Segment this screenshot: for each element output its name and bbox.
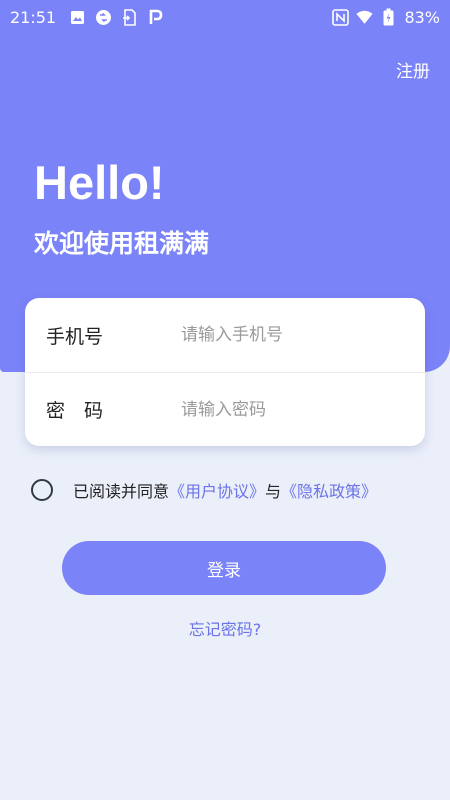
agreement-row: 已阅读并同意 《用户协议》 与 《隐私政策》 [31,478,377,502]
privacy-policy-link[interactable]: 《隐私政策》 [281,478,377,502]
status-time: 21:51 [10,7,57,27]
forgot-password-link[interactable]: 忘记密码? [0,616,450,640]
agreement-checkbox[interactable] [31,479,53,501]
status-bar: 21:51 83% [0,0,450,34]
welcome-subtitle: 欢迎使用租满满 [34,229,210,258]
sync-icon [95,9,112,26]
phone-label: 手机号 [46,325,104,348]
nfc-icon [332,8,350,26]
wifi-icon [356,9,373,26]
password-row: 密 码 [25,372,425,446]
user-agreement-link[interactable]: 《用户协议》 [169,478,265,502]
login-form-card: 手机号 密 码 [25,298,425,446]
agreement-connector: 与 [265,482,282,501]
register-link[interactable]: 注册 [396,57,430,82]
battery-percentage: 83% [404,7,440,27]
battery-charging-icon [380,8,397,26]
agreement-prefix: 已阅读并同意 [73,482,170,501]
password-input[interactable] [181,389,411,430]
image-icon [69,9,86,26]
greeting-title: Hello! [34,156,165,209]
password-label: 密 码 [46,400,104,422]
phone-input[interactable] [181,315,411,355]
login-button[interactable]: 登录 [62,541,386,595]
phone-row: 手机号 [25,298,425,372]
sim-download-icon [121,8,138,26]
p-app-icon [147,9,164,26]
